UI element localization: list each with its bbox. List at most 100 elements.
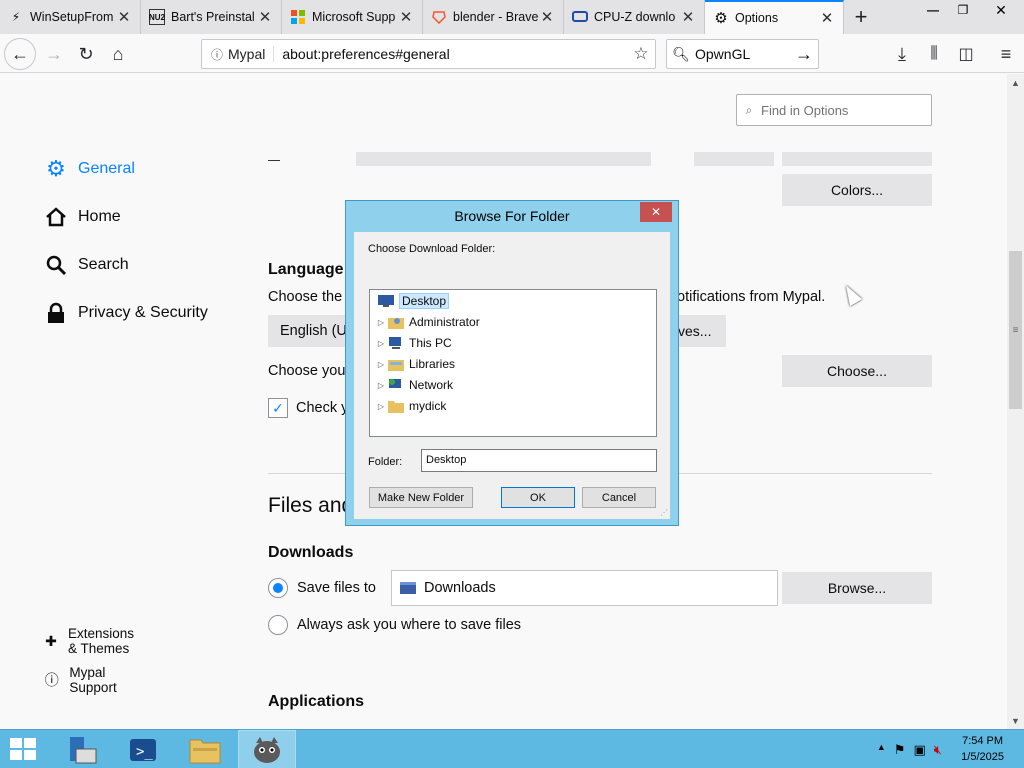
- tab-winsetupfrom[interactable]: ⚡ WinSetupFrom ✕: [0, 0, 141, 34]
- browse-folder-dialog: Browse For Folder ✕ Choose Download Fold…: [345, 200, 679, 526]
- dialog-close-button[interactable]: ✕: [640, 202, 672, 222]
- expand-arrow-icon[interactable]: ▷: [374, 381, 388, 390]
- search-bar[interactable]: 🔍︎ OpwnGL →: [666, 39, 819, 69]
- applications-heading: Applications: [268, 693, 365, 710]
- flag-icon[interactable]: ⚑: [894, 742, 906, 758]
- home-icon: [44, 205, 68, 229]
- font-select-partial[interactable]: [356, 152, 651, 166]
- make-new-folder-button[interactable]: Make New Folder: [369, 487, 473, 508]
- menu-icon[interactable]: ≡: [990, 38, 1022, 70]
- sidebar-toggle-icon[interactable]: ◫: [950, 38, 982, 70]
- tab-label: blender - Brave: [453, 10, 539, 24]
- home-button[interactable]: ⌂: [102, 38, 134, 70]
- find-in-options-input[interactable]: ⌕ Find in Options: [736, 94, 932, 126]
- save-files-radio[interactable]: [268, 578, 288, 598]
- tab-label: Bart's Preinstal: [171, 10, 255, 24]
- cancel-button[interactable]: Cancel: [582, 487, 656, 508]
- powershell-icon[interactable]: >_: [114, 730, 172, 768]
- tree-item-user-folder[interactable]: ▷ mydick: [374, 396, 446, 416]
- advanced-button-partial[interactable]: [782, 152, 932, 166]
- tree-item-administrator[interactable]: ▷ Administrator: [374, 312, 480, 332]
- tree-item-label: Network: [409, 378, 454, 392]
- scroll-thumb[interactable]: ≡: [1009, 251, 1022, 409]
- expand-arrow-icon[interactable]: ▷: [374, 339, 388, 348]
- taskbar-clock[interactable]: 7:54 PM 1/5/2025: [961, 733, 1004, 765]
- bookmark-star-icon[interactable]: ☆: [627, 44, 655, 64]
- start-button[interactable]: [10, 738, 38, 762]
- colors-button[interactable]: Colors...: [782, 174, 932, 206]
- scroll-down-icon[interactable]: ▼: [1007, 712, 1024, 729]
- reload-button[interactable]: ↻: [70, 38, 102, 70]
- close-icon[interactable]: ✕: [819, 9, 835, 27]
- microsoft-icon: [290, 9, 306, 25]
- url-bar[interactable]: ⓘ Mypal about:preferences#general ☆: [201, 39, 656, 69]
- tab-barts-preinstall[interactable]: NU2 Bart's Preinstal ✕: [141, 0, 282, 34]
- downloads-icon[interactable]: ⤓: [886, 38, 918, 70]
- close-icon[interactable]: ✕: [398, 8, 414, 26]
- sidebar-item-label: Extensions & Themes: [67, 626, 134, 656]
- help-icon: ⓘ: [44, 672, 59, 688]
- folder-tree[interactable]: Desktop ▷ Administrator ▷ This PC ▷ Libr…: [369, 289, 657, 437]
- tab-cpuz-download[interactable]: CPU-Z downlo ✕: [564, 0, 705, 34]
- download-folder-field: Downloads: [391, 570, 778, 606]
- tab-microsoft-support[interactable]: Microsoft Supp ✕: [282, 0, 423, 34]
- tree-item-desktop[interactable]: Desktop: [378, 291, 450, 311]
- gear-icon: ⚙: [714, 10, 728, 27]
- check-spelling-text: Check y: [296, 400, 349, 416]
- expand-arrow-icon[interactable]: ▷: [374, 402, 388, 411]
- language-select-value: English (U: [280, 323, 347, 339]
- mypal-browser-icon[interactable]: [238, 730, 296, 768]
- always-ask-label: Always ask you where to save files: [297, 617, 522, 633]
- folder-input[interactable]: Desktop: [421, 449, 657, 472]
- library-icon[interactable]: ⫼: [918, 38, 950, 70]
- scroll-up-icon[interactable]: ▲: [1007, 74, 1024, 91]
- tree-item-network[interactable]: ▷ Network: [374, 375, 453, 395]
- expand-arrow-icon[interactable]: ▷: [374, 318, 388, 327]
- sidebar-item-privacy-security[interactable]: Privacy & Security: [44, 298, 244, 328]
- tab-label: Microsoft Supp: [312, 10, 396, 24]
- tree-item-label: Desktop: [399, 293, 450, 309]
- sidebar-item-mypal-support[interactable]: ⓘ Mypal Support: [44, 665, 125, 695]
- sidebar-item-general[interactable]: ⚙ General: [44, 154, 244, 184]
- network-status-icon[interactable]: ▣: [914, 742, 926, 758]
- close-icon[interactable]: ✕: [257, 8, 273, 26]
- sidebar-item-extensions-themes[interactable]: ✚ Extensions & Themes: [44, 626, 144, 656]
- tree-item-libraries[interactable]: ▷ Libraries: [374, 354, 455, 374]
- close-window-button[interactable]: ✕: [978, 0, 1024, 20]
- restore-button[interactable]: ❐: [948, 0, 978, 20]
- close-icon[interactable]: ✕: [539, 8, 555, 26]
- sidebar-item-search[interactable]: Search: [44, 250, 244, 280]
- expand-arrow-icon[interactable]: ▷: [374, 360, 388, 369]
- search-icon: 🔍︎: [672, 45, 690, 62]
- file-explorer-icon[interactable]: [176, 730, 234, 768]
- server-manager-icon[interactable]: [52, 730, 110, 768]
- resize-grip-icon[interactable]: ⋰: [660, 508, 668, 517]
- volume-muted-icon[interactable]: 🔇︎: [934, 742, 942, 758]
- search-input[interactable]: OpwnGL: [695, 46, 790, 62]
- new-tab-button[interactable]: +: [844, 0, 878, 34]
- minimize-button[interactable]: —: [918, 0, 948, 20]
- forward-button[interactable]: →: [38, 38, 70, 70]
- url-text[interactable]: about:preferences#general: [282, 46, 627, 62]
- choose-button[interactable]: Choose...: [782, 355, 932, 387]
- show-hidden-icons[interactable]: ▲: [877, 742, 886, 758]
- info-icon[interactable]: ⓘ: [206, 46, 228, 63]
- back-button[interactable]: ←: [4, 38, 36, 70]
- always-ask-radio[interactable]: [268, 615, 288, 635]
- sidebar-item-home[interactable]: Home: [44, 202, 244, 232]
- tab-blender-brave[interactable]: blender - Brave ✕: [423, 0, 564, 34]
- dialog-prompt: Choose Download Folder:: [368, 243, 496, 255]
- close-icon[interactable]: ✕: [116, 8, 132, 26]
- browse-button[interactable]: Browse...: [782, 572, 932, 604]
- search-go-icon[interactable]: →: [790, 44, 818, 65]
- page-scrollbar[interactable]: ▲ ≡ ▼: [1007, 74, 1024, 729]
- tree-item-this-pc[interactable]: ▷ This PC: [374, 333, 452, 353]
- tab-options[interactable]: ⚙ Options ✕: [705, 0, 844, 34]
- navigation-toolbar: ← → ↻ ⌂ ⓘ Mypal about:preferences#genera…: [0, 34, 1024, 73]
- spellcheck-checkbox[interactable]: ✓: [268, 398, 288, 418]
- ok-button[interactable]: OK: [501, 487, 575, 508]
- close-icon[interactable]: ✕: [680, 8, 696, 26]
- tree-item-label: Administrator: [409, 315, 480, 329]
- size-select-partial[interactable]: [694, 152, 774, 166]
- tab-strip: ⚡ WinSetupFrom ✕ NU2 Bart's Preinstal ✕ …: [0, 0, 1024, 34]
